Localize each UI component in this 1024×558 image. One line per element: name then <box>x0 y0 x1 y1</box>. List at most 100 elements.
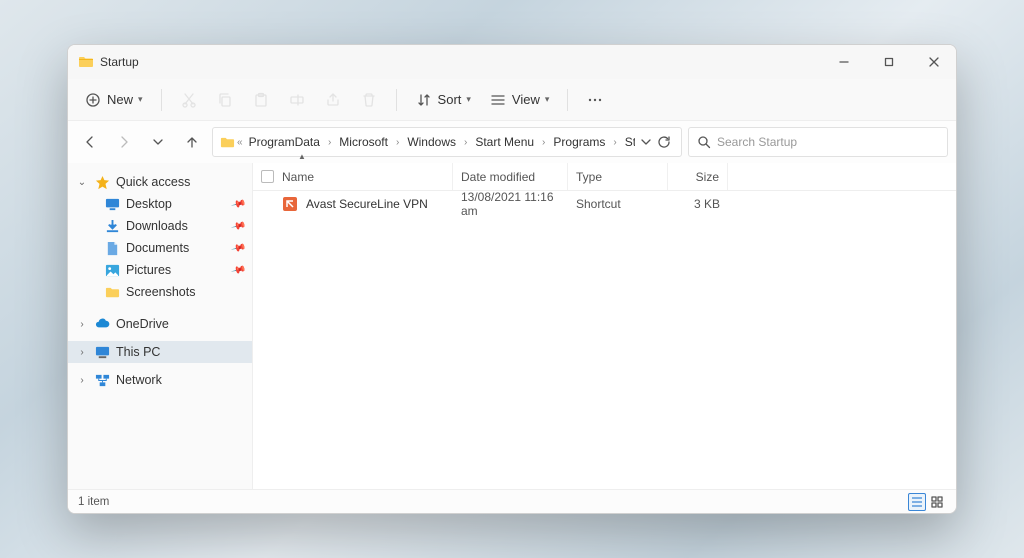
address-row: « ProgramData› Microsoft› Windows› Start… <box>68 121 956 163</box>
file-size: 3 KB <box>694 197 720 211</box>
network-icon <box>94 372 110 388</box>
thumbnails-view-button[interactable] <box>928 493 946 511</box>
breadcrumb-segment[interactable]: Start Menu <box>471 133 538 151</box>
sidebar-label: Quick access <box>116 175 190 189</box>
more-icon <box>586 91 604 109</box>
desktop-icon <box>104 196 120 212</box>
maximize-button[interactable] <box>866 45 911 79</box>
file-date: 13/08/2021 11:16 am <box>461 190 560 218</box>
search-icon <box>697 135 711 149</box>
delete-button[interactable] <box>352 86 386 114</box>
shortcut-icon <box>282 196 298 212</box>
downloads-icon <box>104 218 120 234</box>
sort-label: Sort <box>438 92 462 107</box>
column-label: Type <box>576 170 602 184</box>
documents-icon <box>104 240 120 256</box>
sidebar-label: Network <box>116 373 162 387</box>
breadcrumb[interactable]: « ProgramData› Microsoft› Windows› Start… <box>212 127 682 157</box>
folder-icon <box>104 284 120 300</box>
view-button[interactable]: View ▾ <box>481 86 557 114</box>
sidebar-quick-access[interactable]: ⌄ Quick access <box>68 171 252 193</box>
breadcrumb-segment[interactable]: Windows <box>403 133 460 151</box>
sidebar-thispc[interactable]: › This PC <box>68 341 252 363</box>
file-type: Shortcut <box>576 197 621 211</box>
new-icon <box>84 91 102 109</box>
rename-button[interactable] <box>280 86 314 114</box>
column-name[interactable]: Name <box>253 163 453 190</box>
breadcrumb-segment[interactable]: Microsoft <box>335 133 392 151</box>
sidebar-label: OneDrive <box>116 317 169 331</box>
sort-button[interactable]: Sort ▾ <box>407 86 479 114</box>
paste-button[interactable] <box>244 86 278 114</box>
pc-icon <box>94 344 110 360</box>
file-list: Name Date modified Type Size Avast Secur… <box>253 163 956 489</box>
star-icon <box>94 174 110 190</box>
more-button[interactable] <box>578 86 612 114</box>
sidebar-label: Documents <box>126 241 189 255</box>
chevron-right-icon: › <box>76 319 88 330</box>
column-label: Name <box>282 170 314 184</box>
rename-icon <box>288 91 306 109</box>
file-name: Avast SecureLine VPN <box>306 197 428 211</box>
file-row[interactable]: Avast SecureLine VPN 13/08/2021 11:16 am… <box>253 191 956 217</box>
refresh-button[interactable] <box>657 135 671 149</box>
share-button[interactable] <box>316 86 350 114</box>
new-button[interactable]: New ▾ <box>76 86 151 114</box>
view-icon <box>489 91 507 109</box>
copy-icon <box>216 91 234 109</box>
cut-button[interactable] <box>172 86 206 114</box>
sidebar-item-screenshots[interactable]: Screenshots <box>68 281 252 303</box>
sidebar: ⌄ Quick access Desktop 📌 Downloads 📌 Doc… <box>68 163 253 489</box>
details-view-button[interactable] <box>908 493 926 511</box>
window-title: Startup <box>100 55 139 69</box>
paste-icon <box>252 91 270 109</box>
column-label: Size <box>696 170 719 184</box>
up-button[interactable] <box>178 128 206 156</box>
sidebar-item-documents[interactable]: Documents 📌 <box>68 237 252 259</box>
chevron-down-icon: ▾ <box>466 94 471 105</box>
pin-icon: 📌 <box>230 218 246 234</box>
sidebar-item-downloads[interactable]: Downloads 📌 <box>68 215 252 237</box>
sidebar-item-pictures[interactable]: Pictures 📌 <box>68 259 252 281</box>
sidebar-network[interactable]: › Network <box>68 369 252 391</box>
back-button[interactable] <box>76 128 104 156</box>
forward-button[interactable] <box>110 128 138 156</box>
minimize-button[interactable] <box>821 45 866 79</box>
close-button[interactable] <box>911 45 956 79</box>
sidebar-label: Desktop <box>126 197 172 211</box>
toolbar: New ▾ <box>68 79 956 121</box>
cut-icon <box>180 91 198 109</box>
addr-dropdown-icon[interactable] <box>641 137 651 147</box>
search-box[interactable] <box>688 127 948 157</box>
sidebar-onedrive[interactable]: › OneDrive <box>68 313 252 335</box>
breadcrumb-segment[interactable]: Startup <box>621 133 635 151</box>
overflow-indicator: « <box>235 137 245 148</box>
cloud-icon <box>94 316 110 332</box>
copy-button[interactable] <box>208 86 242 114</box>
column-headers: Name Date modified Type Size <box>253 163 956 191</box>
pin-icon: 📌 <box>230 196 246 212</box>
column-type[interactable]: Type <box>568 163 668 190</box>
breadcrumb-segment[interactable]: Programs <box>549 133 609 151</box>
sidebar-label: This PC <box>116 345 160 359</box>
breadcrumb-segment[interactable]: ProgramData <box>245 133 324 151</box>
sidebar-label: Screenshots <box>126 285 195 299</box>
search-input[interactable] <box>717 135 939 149</box>
share-icon <box>324 91 342 109</box>
column-size[interactable]: Size <box>668 163 728 190</box>
delete-icon <box>360 91 378 109</box>
folder-icon <box>78 54 94 70</box>
status-text: 1 item <box>78 496 109 508</box>
pin-icon: 📌 <box>230 262 246 278</box>
breadcrumb-segments: ProgramData› Microsoft› Windows› Start M… <box>245 133 635 151</box>
sidebar-label: Pictures <box>126 263 171 277</box>
chevron-right-icon: › <box>76 375 88 386</box>
sidebar-item-desktop[interactable]: Desktop 📌 <box>68 193 252 215</box>
sidebar-label: Downloads <box>126 219 188 233</box>
folder-icon <box>219 134 235 150</box>
pin-icon: 📌 <box>230 240 246 256</box>
column-label: Date modified <box>461 170 535 184</box>
recent-button[interactable] <box>144 128 172 156</box>
column-date[interactable]: Date modified <box>453 163 568 190</box>
select-all-checkbox[interactable] <box>261 170 274 183</box>
